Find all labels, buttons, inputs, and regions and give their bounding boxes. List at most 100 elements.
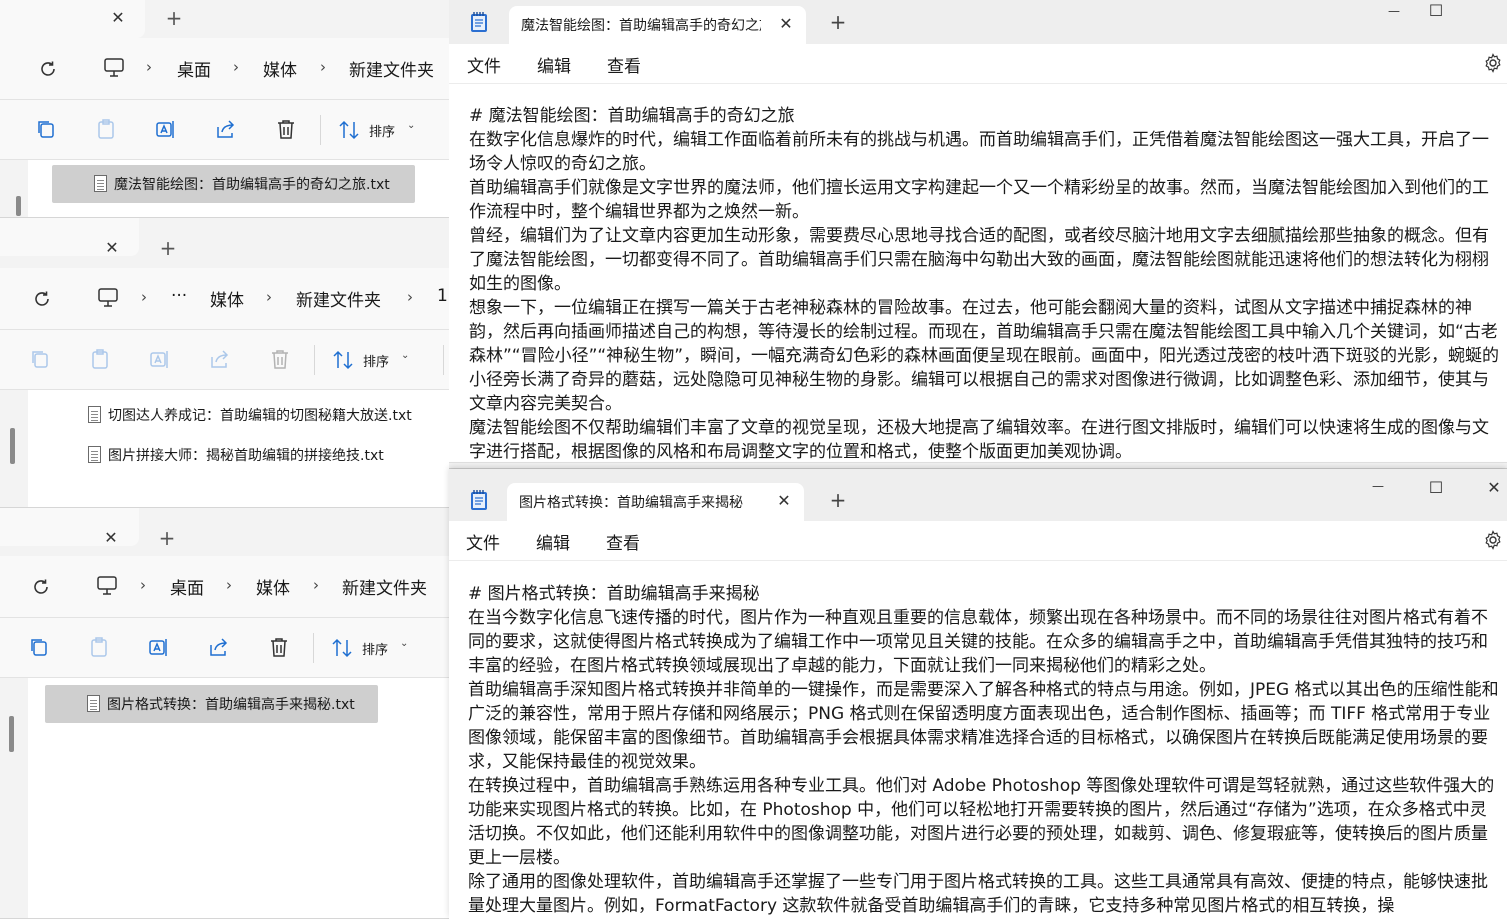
maximize-button[interactable]: ☐	[1421, 0, 1451, 24]
close-tab-icon[interactable]: ✕	[100, 527, 122, 549]
text-editor[interactable]: # 魔法智能绘图：首助编辑高手的奇幻之旅 在数字化信息爆炸的时代，编辑工作面临着…	[469, 104, 1501, 464]
scrollbar[interactable]	[9, 716, 14, 752]
breadcrumb-item[interactable]: 媒体	[210, 286, 244, 311]
new-tab-button[interactable]: +	[163, 7, 185, 29]
rename-icon[interactable]	[148, 636, 170, 658]
toolbar-separator	[320, 115, 321, 145]
navigation-pane	[0, 160, 28, 217]
sort-button-label[interactable]: 排序	[362, 639, 388, 658]
menu-edit[interactable]: 编辑	[536, 529, 570, 554]
menu-view[interactable]: 查看	[606, 529, 640, 554]
text-line: 在当今数字化信息飞速传播的时代，图片作为一种直观且重要的信息载体，频繁出现在各种…	[468, 608, 1488, 676]
paste-icon[interactable]	[89, 348, 111, 370]
file-explorer-window-3: ✕ + › 桌面 › 媒体 › 新建文件夹 排序 ⌄ 图片格式转换：首助编辑高手…	[0, 508, 449, 919]
notepad-app-icon	[471, 490, 487, 510]
refresh-icon[interactable]	[37, 58, 59, 80]
breadcrumb-item[interactable]: 桌面	[177, 56, 211, 81]
text-line: 想象一下，一位编辑正在撰写一篇关于古老神秘森林的冒险故事。在过去，他可能会翻阅大…	[469, 298, 1500, 414]
sort-button-label[interactable]: 排序	[363, 351, 389, 370]
settings-gear-icon[interactable]	[1483, 53, 1503, 73]
new-tab-button[interactable]: +	[827, 489, 849, 511]
chevron-right-icon: ›	[140, 576, 146, 594]
notepad-tab[interactable]: 图片格式转换：首助编辑高手来揭秘 ✕	[507, 483, 804, 521]
maximize-button[interactable]: ☐	[1421, 475, 1451, 501]
sort-icon[interactable]	[338, 119, 360, 141]
explorer-tabbar: ✕ +	[0, 508, 449, 549]
share-icon[interactable]	[215, 118, 237, 140]
notepad-window-1: 魔法智能绘图：首助编辑高手的奇幻之旅 ✕ + — ☐ 文件 编辑 查看 # 魔法…	[449, 0, 1507, 469]
paste-icon[interactable]	[88, 636, 110, 658]
copy-icon[interactable]	[29, 348, 51, 370]
file-item[interactable]: 图片拼接大师：揭秘首助编辑的拼接绝技.txt	[46, 436, 446, 474]
file-list: 图片格式转换：首助编辑高手来揭秘.txt	[0, 678, 449, 918]
share-icon[interactable]	[209, 348, 231, 370]
file-list: 魔法智能绘图：首助编辑高手的奇幻之旅.txt	[0, 160, 449, 217]
explorer-tabbar: ✕ +	[0, 218, 449, 259]
file-explorer-window-2: ✕ + › ··· › 媒体 › 新建文件夹 › 1 排序 ⌄ 切图达人养成记：…	[0, 218, 449, 508]
file-item[interactable]: 魔法智能绘图：首助编辑高手的奇幻之旅.txt	[52, 165, 415, 203]
navigation-pane	[0, 678, 28, 918]
breadcrumb-item[interactable]: 新建文件夹	[342, 574, 427, 599]
file-name: 切图达人养成记：首助编辑的切图秘籍大放送.txt	[108, 408, 412, 424]
minimize-button[interactable]: —	[1379, 0, 1409, 24]
menu-file[interactable]: 文件	[467, 52, 501, 77]
scrollbar[interactable]	[16, 196, 21, 216]
close-tab-icon[interactable]: ✕	[107, 7, 129, 29]
file-item[interactable]: 切图达人养成记：首助编辑的切图秘籍大放送.txt	[46, 396, 446, 434]
copy-icon[interactable]	[35, 118, 57, 140]
this-pc-icon[interactable]	[103, 58, 125, 78]
explorer-tabbar: ✕ +	[0, 0, 449, 38]
chevron-right-icon: ›	[266, 288, 272, 306]
sort-button-label[interactable]: 排序	[369, 121, 395, 140]
sort-icon[interactable]	[332, 349, 354, 371]
new-tab-button[interactable]: +	[827, 11, 849, 33]
text-line: 在数字化信息爆炸的时代，编辑工作面临着前所未有的挑战与机遇。而首助编辑高手们，正…	[469, 130, 1489, 174]
breadcrumb-item[interactable]: 媒体	[256, 574, 290, 599]
notepad-titlebar: 图片格式转换：首助编辑高手来揭秘 ✕ + — ☐ ✕	[449, 469, 1507, 521]
menu-edit[interactable]: 编辑	[537, 52, 571, 77]
toolbar-separator	[443, 345, 444, 375]
refresh-icon[interactable]	[30, 576, 52, 598]
paste-icon[interactable]	[95, 118, 117, 140]
close-tab-icon[interactable]: ✕	[101, 237, 123, 259]
file-name: 魔法智能绘图：首助编辑高手的奇幻之旅.txt	[114, 177, 390, 193]
copy-icon[interactable]	[28, 636, 50, 658]
text-line: 在转换过程中，首助编辑高手熟练运用各种专业工具。他们对 Adobe Photos…	[468, 776, 1495, 868]
refresh-icon[interactable]	[31, 288, 53, 310]
settings-gear-icon[interactable]	[1483, 530, 1503, 550]
new-tab-button[interactable]: +	[157, 237, 179, 259]
new-tab-button[interactable]: +	[156, 527, 178, 549]
tab-title: 图片格式转换：首助编辑高手来揭秘	[519, 495, 743, 511]
rename-icon[interactable]	[149, 348, 171, 370]
text-file-icon	[87, 695, 100, 712]
text-editor[interactable]: # 图片格式转换：首助编辑高手来揭秘 在当今数字化信息飞速传播的时代，图片作为一…	[468, 582, 1501, 918]
breadcrumb-item[interactable]: 桌面	[170, 574, 204, 599]
breadcrumb-item[interactable]: 1	[437, 286, 448, 306]
menu-file[interactable]: 文件	[466, 529, 500, 554]
notepad-tab[interactable]: 魔法智能绘图：首助编辑高手的奇幻之旅 ✕	[509, 6, 806, 44]
menu-view[interactable]: 查看	[607, 52, 641, 77]
scrollbar[interactable]	[10, 428, 15, 464]
close-tab-icon[interactable]: ✕	[776, 14, 796, 34]
breadcrumb-item[interactable]: 媒体	[263, 56, 297, 81]
chevron-right-icon: ›	[233, 58, 239, 76]
text-file-icon	[94, 175, 107, 192]
delete-icon[interactable]	[268, 636, 290, 658]
rename-icon[interactable]	[155, 118, 177, 140]
share-icon[interactable]	[208, 636, 230, 658]
this-pc-icon[interactable]	[96, 576, 118, 596]
text-file-icon	[88, 406, 101, 423]
minimize-button[interactable]: —	[1363, 473, 1393, 499]
breadcrumb-item[interactable]: 新建文件夹	[296, 286, 381, 311]
chevron-right-icon: ›	[313, 576, 319, 594]
breadcrumb-overflow[interactable]: ···	[171, 286, 187, 306]
delete-icon[interactable]	[269, 348, 291, 370]
this-pc-icon[interactable]	[97, 288, 119, 308]
close-tab-icon[interactable]: ✕	[774, 491, 794, 511]
file-item[interactable]: 图片格式转换：首助编辑高手来揭秘.txt	[45, 685, 378, 723]
delete-icon[interactable]	[275, 118, 297, 140]
text-line: 首助编辑高手们就像是文字世界的魔法师，他们擅长运用文字构建起一个又一个精彩纷呈的…	[469, 178, 1489, 222]
breadcrumb-item[interactable]: 新建文件夹	[349, 56, 434, 81]
close-window-button[interactable]: ✕	[1479, 475, 1507, 501]
sort-icon[interactable]	[331, 637, 353, 659]
